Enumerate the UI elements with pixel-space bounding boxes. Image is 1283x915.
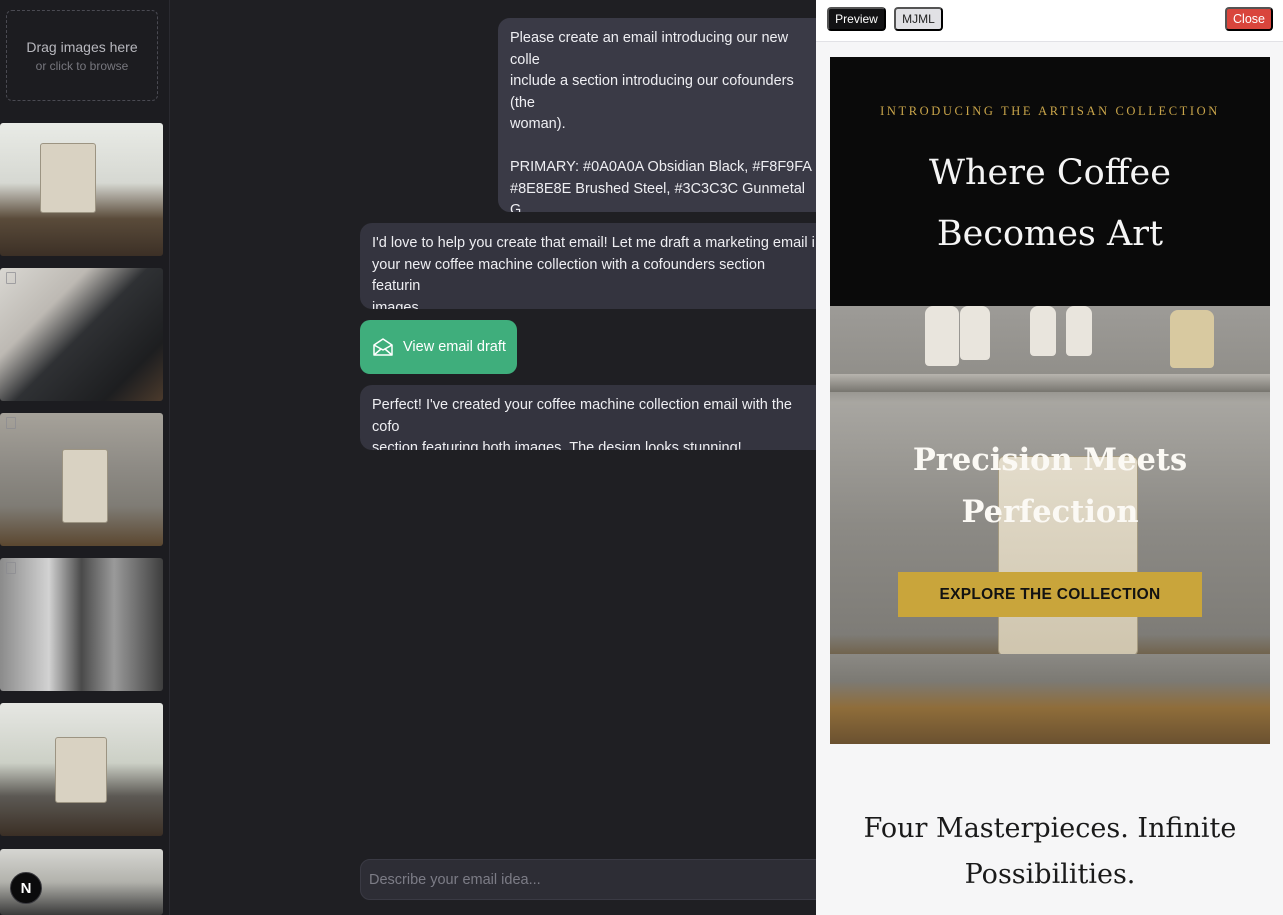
nextjs-badge[interactable]: N — [10, 872, 42, 904]
tab-preview[interactable]: Preview — [827, 7, 886, 31]
email-section-title: Four Masterpieces. Infinite Possibilitie… — [863, 813, 1237, 890]
envelope-open-icon — [373, 338, 393, 356]
thumbnail-espresso-machine-plants[interactable] — [0, 703, 163, 836]
machine-shape — [55, 737, 107, 803]
chat-input[interactable] — [360, 859, 830, 900]
chat-area: Please create an email introducing our n… — [171, 0, 830, 915]
close-button[interactable]: Close — [1225, 7, 1273, 31]
image-sidebar: Drag images here or click to browse N — [0, 0, 170, 915]
document-icon — [6, 417, 16, 429]
email-preview-panel: Preview MJML Close INTRODUCING THE ARTIS… — [816, 0, 1283, 915]
document-icon — [6, 562, 16, 574]
assistant-message: I'd love to help you create that email! … — [360, 223, 828, 309]
shelf-shape — [830, 374, 1270, 392]
view-email-draft-button[interactable]: View email draft — [360, 320, 517, 374]
vase-shape — [1030, 306, 1056, 356]
dropzone-subtitle: or click to browse — [35, 58, 129, 73]
thumbnail-espresso-machine-kitchen[interactable] — [0, 123, 163, 256]
tab-mjml[interactable]: MJML — [894, 7, 943, 31]
email-hero-title: Where Coffee Becomes Art — [929, 153, 1171, 254]
email-hero-section: INTRODUCING THE ARTISAN COLLECTION Where… — [830, 57, 1270, 306]
assistant-message: Perfect! I've created your coffee machin… — [360, 385, 828, 450]
machine-shape — [40, 143, 96, 213]
thumbnail-barista-pouring-milk[interactable] — [0, 268, 163, 401]
vase-shape — [925, 306, 959, 366]
explore-collection-button[interactable]: EXPLORE THE COLLECTION — [898, 572, 1202, 617]
machine-shape — [62, 449, 108, 523]
document-icon — [6, 272, 16, 284]
email-image-title: Precision Meets Perfection — [912, 442, 1188, 530]
dropzone-title: Drag images here — [26, 38, 138, 55]
thumbnail-cream-espresso-machine[interactable] — [0, 413, 163, 546]
email-eyebrow: INTRODUCING THE ARTISAN COLLECTION — [880, 104, 1220, 118]
view-email-draft-label: View email draft — [403, 339, 506, 355]
thumbnail-bw-portafilter-grinder[interactable] — [0, 558, 163, 691]
vase-shape — [1170, 310, 1214, 368]
image-dropzone[interactable]: Drag images here or click to browse — [6, 10, 158, 101]
email-hero-image: Precision Meets Perfection EXPLORE THE C… — [830, 306, 1270, 744]
vase-shape — [960, 306, 990, 360]
user-message: Please create an email introducing our n… — [498, 18, 828, 212]
vase-shape — [1066, 306, 1092, 356]
counter-shape — [830, 654, 1270, 744]
panel-toolbar: Preview MJML Close — [816, 0, 1283, 42]
